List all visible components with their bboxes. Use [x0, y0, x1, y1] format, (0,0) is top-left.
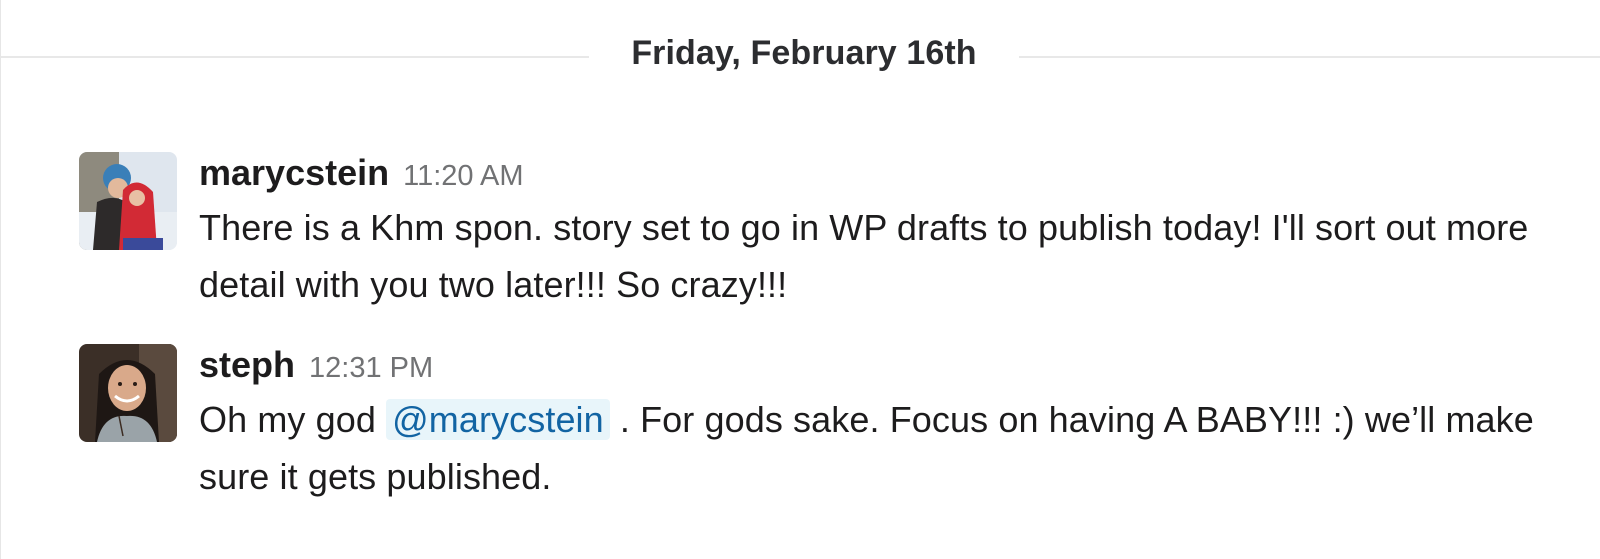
message-pane: Friday, February 16th marycstein 11:20 AM — [0, 0, 1600, 559]
message-header: marycstein 11:20 AM — [199, 152, 1579, 194]
avatar-photo-icon — [79, 152, 177, 250]
sender-name[interactable]: steph — [199, 344, 295, 385]
message-body: marycstein 11:20 AM There is a Khm spon. … — [199, 152, 1579, 313]
sender-name[interactable]: marycstein — [199, 152, 389, 193]
message-header: steph 12:31 PM — [199, 344, 1579, 386]
day-divider: Friday, February 16th — [1, 30, 1600, 82]
divider-rule-left — [1, 56, 589, 58]
message-timestamp[interactable]: 12:31 PM — [309, 352, 433, 384]
message-timestamp[interactable]: 11:20 AM — [403, 160, 523, 192]
avatar[interactable] — [79, 152, 177, 250]
user-mention-link[interactable]: @marycstein — [386, 399, 610, 440]
day-divider-label[interactable]: Friday, February 16th — [589, 34, 1019, 73]
avatar[interactable] — [79, 344, 177, 442]
avatar-photo-icon — [79, 344, 177, 442]
message-text: There is a Khm spon. story set to go in … — [199, 207, 1529, 305]
message-text: Oh my god @marycstein . For gods sake. F… — [199, 391, 1579, 505]
message-body: steph 12:31 PM Oh my god @marycstein . Fo… — [199, 344, 1579, 505]
message-text-part: Oh my god — [199, 399, 387, 440]
divider-rule-right — [1019, 56, 1600, 58]
